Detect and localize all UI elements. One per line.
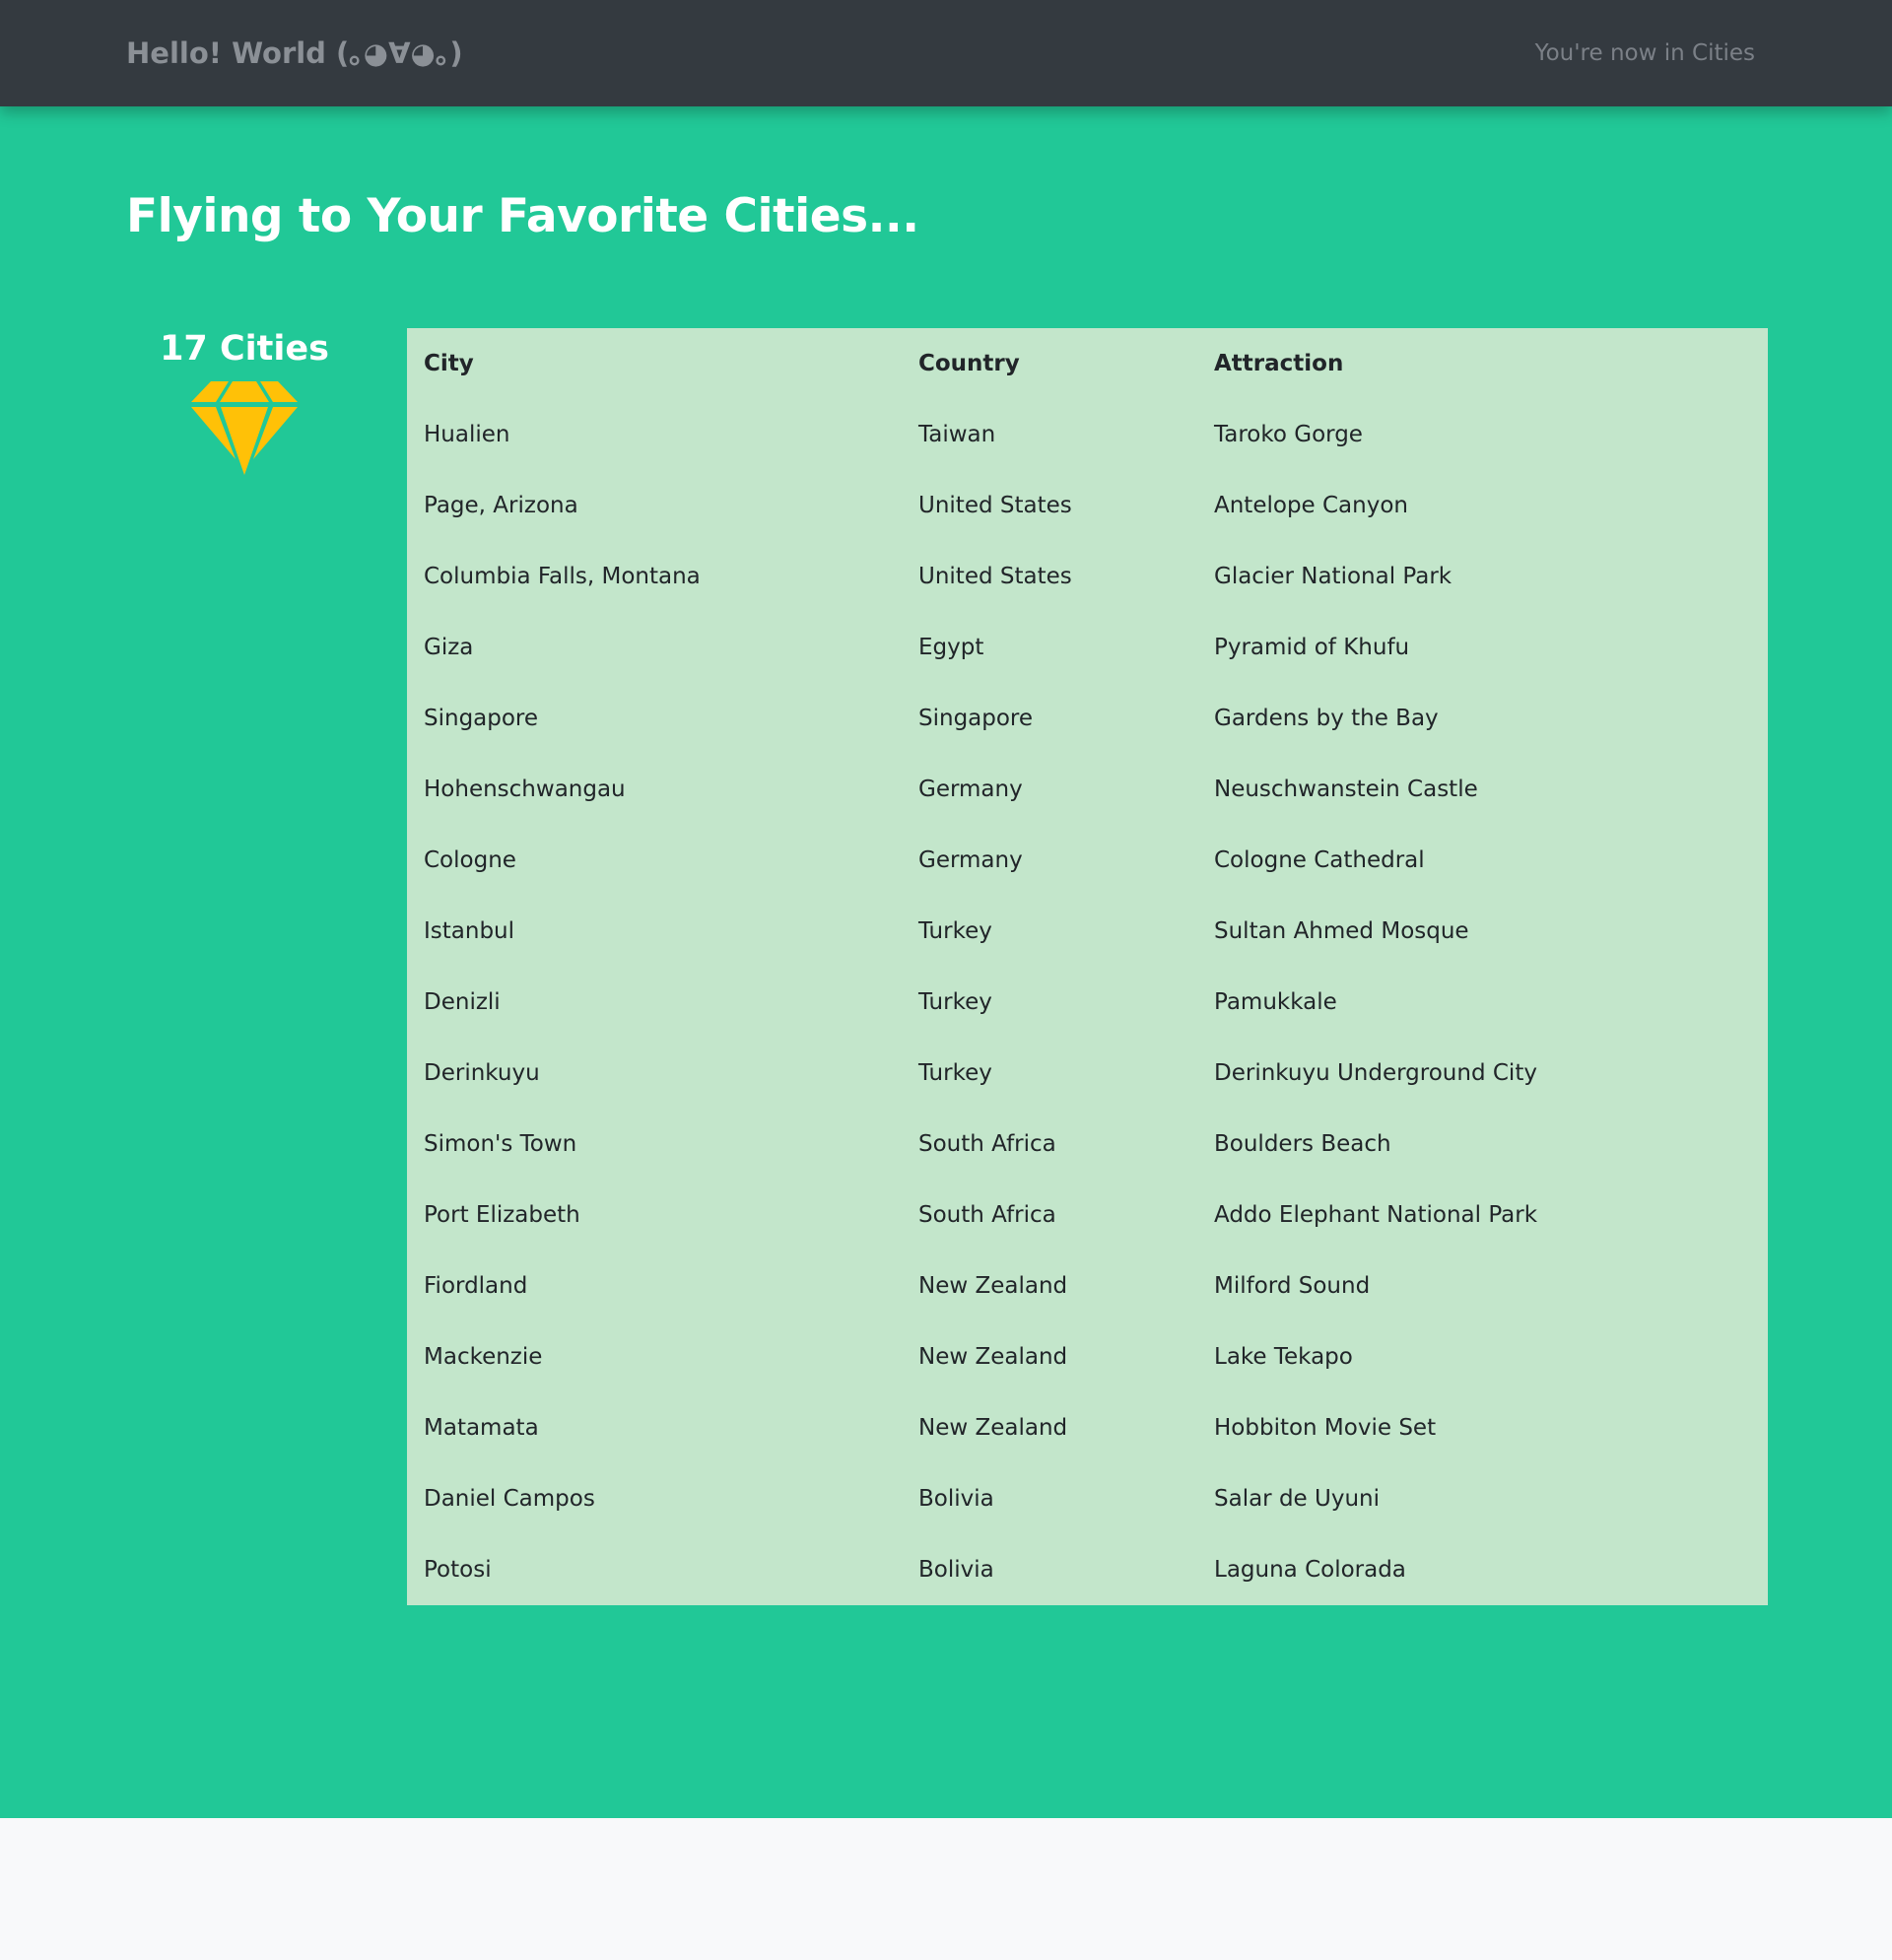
table-row: Daniel Campos Bolivia Salar de Uyuni	[407, 1463, 1768, 1534]
country-cell: Germany	[918, 777, 1023, 802]
table-body: Hualien Taiwan Taroko Gorge Page, Arizona Un…	[407, 399, 1768, 1605]
page-footer-area	[0, 1818, 1892, 1960]
country-cell: South Africa	[918, 1131, 1056, 1157]
city-cell: Daniel Campos	[424, 1486, 595, 1512]
brand-link[interactable]: Hello! World (｡◕∀◕｡)	[126, 0, 463, 106]
table-row: Matamata New Zealand Hobbiton Movie Set	[407, 1392, 1768, 1463]
city-cell: Page, Arizona	[424, 493, 578, 518]
table-row: Istanbul Turkey Sultan Ahmed Mosque	[407, 896, 1768, 967]
table-row: Simon's Town South Africa Boulders Beach	[407, 1109, 1768, 1180]
city-cell: Simon's Town	[424, 1131, 577, 1157]
country-cell: Bolivia	[918, 1486, 994, 1512]
attraction-cell: Taroko Gorge	[1214, 422, 1363, 447]
attraction-cell: Cologne Cathedral	[1214, 847, 1425, 873]
country-cell: Egypt	[918, 635, 984, 660]
city-cell: Hohenschwangau	[424, 777, 626, 802]
city-cell: Giza	[424, 635, 474, 660]
city-cell: Fiordland	[424, 1273, 528, 1299]
country-cell: Turkey	[918, 918, 992, 944]
attraction-cell: Milford Sound	[1214, 1273, 1371, 1299]
country-cell: New Zealand	[918, 1273, 1068, 1299]
city-cell: Istanbul	[424, 918, 515, 944]
country-cell: New Zealand	[918, 1415, 1068, 1441]
table-row: Fiordland New Zealand Milford Sound	[407, 1250, 1768, 1321]
attraction-cell: Lake Tekapo	[1214, 1344, 1353, 1370]
attraction-cell: Glacier National Park	[1214, 564, 1453, 589]
country-cell: United States	[918, 564, 1072, 589]
diamond-icon	[191, 381, 298, 475]
attraction-cell: Derinkuyu Underground City	[1214, 1060, 1537, 1086]
country-cell: Turkey	[918, 1060, 992, 1086]
table-row: Potosi Bolivia Laguna Colorada	[407, 1534, 1768, 1605]
attraction-cell: Gardens by the Bay	[1214, 706, 1439, 731]
city-cell: Cologne	[424, 847, 516, 873]
attraction-cell: Pyramid of Khufu	[1214, 635, 1410, 660]
country-cell: Bolivia	[918, 1557, 994, 1583]
attraction-cell: Neuschwanstein Castle	[1214, 777, 1478, 802]
city-cell: Matamata	[424, 1415, 539, 1441]
table-row: Derinkuyu Turkey Derinkuyu Underground Cit…	[407, 1038, 1768, 1109]
attraction-cell: Laguna Colorada	[1214, 1557, 1406, 1583]
city-cell: Port Elizabeth	[424, 1202, 580, 1228]
table-header-row: City Country Attraction	[407, 328, 1768, 399]
column-header-country: Country	[918, 351, 1020, 376]
country-cell: Taiwan	[918, 422, 996, 447]
country-cell: Singapore	[918, 706, 1034, 731]
attraction-cell: Sultan Ahmed Mosque	[1214, 918, 1469, 944]
attraction-cell: Pamukkale	[1214, 989, 1337, 1015]
cities-table: City Country Attraction Hualien Taiwan Tar…	[407, 328, 1768, 1605]
table-row: Denizli Turkey Pamukkale	[407, 967, 1768, 1038]
table-row: Giza Egypt Pyramid of Khufu	[407, 612, 1768, 683]
attraction-cell: Boulders Beach	[1214, 1131, 1391, 1157]
country-cell: New Zealand	[918, 1344, 1068, 1370]
city-cell: Singapore	[424, 706, 539, 731]
city-cell: Mackenzie	[424, 1344, 543, 1370]
city-cell: Hualien	[424, 422, 510, 447]
attraction-cell: Salar de Uyuni	[1214, 1486, 1380, 1512]
table-row: Cologne Germany Cologne Cathedral	[407, 825, 1768, 896]
city-count-label: 17 Cities	[160, 329, 329, 369]
cities-table-card: City Country Attraction Hualien Taiwan Tar…	[407, 328, 1768, 1605]
table-row: Page, Arizona United States Antelope Canyo…	[407, 470, 1768, 541]
table-row: Hualien Taiwan Taroko Gorge	[407, 399, 1768, 470]
city-cell: Derinkuyu	[424, 1060, 540, 1086]
table-row: Port Elizabeth South Africa Addo Elephant …	[407, 1180, 1768, 1250]
column-header-attraction: Attraction	[1214, 351, 1344, 376]
country-cell: Germany	[918, 847, 1023, 873]
city-cell: Denizli	[424, 989, 501, 1015]
navbar: Hello! World (｡◕∀◕｡) You're now in Citie…	[0, 0, 1892, 106]
city-count-panel: 17 Cities	[126, 329, 363, 475]
hero-section: Flying to Your Favorite Cities... 17 Cit…	[0, 106, 1892, 1818]
city-cell: Potosi	[424, 1557, 492, 1583]
nav-status-text: You're now in Cities	[1534, 40, 1755, 66]
attraction-cell: Antelope Canyon	[1214, 493, 1408, 518]
page-title: Flying to Your Favorite Cities...	[126, 189, 919, 243]
country-cell: Turkey	[918, 989, 992, 1015]
column-header-city: City	[424, 351, 474, 376]
country-cell: South Africa	[918, 1202, 1056, 1228]
table-row: Columbia Falls, Montana United States Glac…	[407, 541, 1768, 612]
country-cell: United States	[918, 493, 1072, 518]
table-row: Hohenschwangau Germany Neuschwanstein Cast…	[407, 754, 1768, 825]
table-row: Singapore Singapore Gardens by the Bay	[407, 683, 1768, 754]
table-row: Mackenzie New Zealand Lake Tekapo	[407, 1321, 1768, 1392]
attraction-cell: Hobbiton Movie Set	[1214, 1415, 1437, 1441]
attraction-cell: Addo Elephant National Park	[1214, 1202, 1538, 1228]
city-cell: Columbia Falls, Montana	[424, 564, 701, 589]
